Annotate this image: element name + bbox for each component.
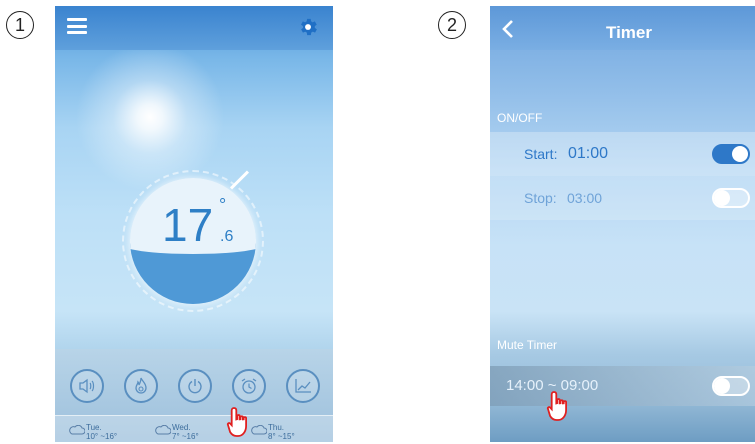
stop-label: Stop: (524, 190, 557, 206)
step-number-2: 2 (438, 11, 466, 39)
settings-gear-icon[interactable] (297, 16, 319, 38)
forecast-range: 7° ~16° (172, 432, 199, 441)
mute-timer-row[interactable]: 14:00 ~ 09:00 (490, 366, 755, 406)
mute-timer-section-label: Mute Timer (497, 338, 558, 352)
sound-icon (79, 378, 95, 394)
statistics-button[interactable] (286, 369, 320, 403)
pointing-hand-icon (546, 391, 567, 421)
start-label: Start: (524, 146, 558, 162)
forecast-range: 8° ~15° (268, 432, 295, 441)
top-bar: Timer (490, 6, 755, 50)
flame-icon (135, 377, 147, 394)
cloud-icon (69, 425, 85, 435)
temperature-dial[interactable]: 17 ° .6 (122, 170, 264, 312)
forecast-day-name: Thu. (268, 423, 285, 432)
menu-icon[interactable] (67, 18, 87, 34)
pointing-hand-icon (226, 407, 247, 437)
step-number-1: 1 (6, 11, 34, 39)
control-buttons (70, 369, 328, 405)
onoff-section-label: ON/OFF (497, 111, 543, 125)
start-timer-row[interactable]: Start: 01:00 (490, 132, 755, 176)
sound-button[interactable] (70, 369, 104, 403)
temperature-value: 17 (162, 199, 214, 251)
mute-toggle[interactable] (712, 376, 750, 396)
weather-forecast-bar: Tue. 10° ~16° Wed. 7° ~16° Thu. 8° ~15° (55, 415, 333, 442)
temperature-degree: ° (219, 195, 227, 215)
heating-button[interactable] (124, 369, 158, 403)
stop-time[interactable]: 03:00 (567, 190, 602, 206)
sun-glare (75, 42, 225, 192)
alarm-clock-icon (241, 378, 257, 394)
timer-screen: Timer ON/OFF Start: 01:00 Stop: 03:00 Mu… (490, 6, 755, 442)
home-screen: 17 ° .6 Tue. 10° ~16° Wed. 7° ~16° Thu. … (55, 6, 333, 442)
forecast-day-name: Wed. (172, 423, 191, 432)
start-time[interactable]: 01:00 (568, 145, 608, 163)
page-title: Timer (606, 23, 652, 42)
dial-face: 17 ° .6 (130, 178, 256, 304)
start-toggle[interactable] (712, 144, 750, 164)
timer-button[interactable] (232, 369, 266, 403)
power-button[interactable] (178, 369, 212, 403)
chart-icon (295, 379, 311, 393)
power-icon (188, 379, 202, 394)
top-bar (55, 6, 333, 50)
stop-toggle[interactable] (712, 188, 750, 208)
bottom-backdrop (490, 406, 755, 442)
temperature-decimal: .6 (220, 228, 234, 245)
forecast-range: 10° ~16° (86, 432, 118, 441)
forecast-day-name: Tue. (86, 423, 102, 432)
cloud-icon (155, 425, 171, 435)
stop-timer-row[interactable]: Stop: 03:00 (490, 176, 755, 220)
